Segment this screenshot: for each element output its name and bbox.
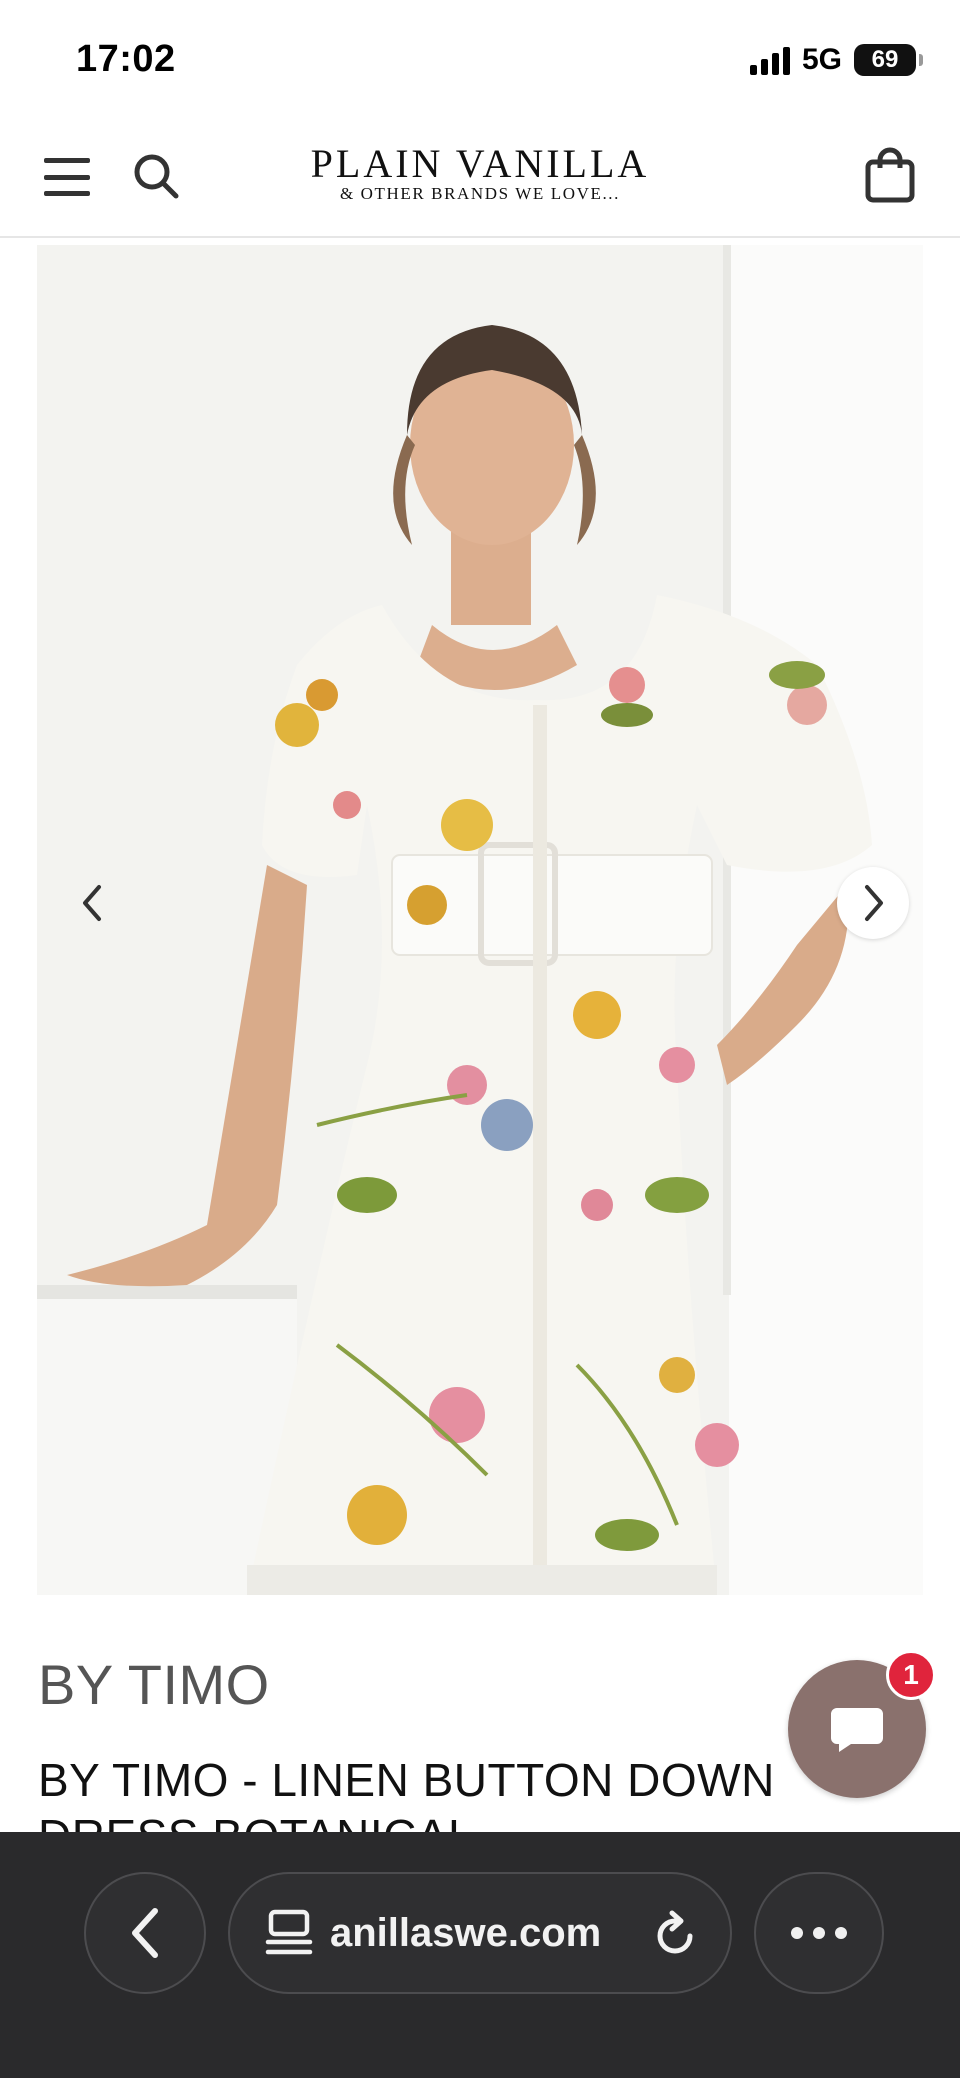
chevron-left-icon [83, 885, 101, 921]
carousel-prev-button[interactable] [57, 867, 129, 939]
network-type: 5G [801, 43, 842, 76]
battery-indicator: 69 [854, 44, 923, 76]
shopping-bag-icon[interactable] [862, 146, 918, 206]
tabs-icon[interactable] [264, 1908, 314, 1958]
browser-back-button[interactable] [84, 1872, 206, 1994]
more-button[interactable] [754, 1872, 884, 1994]
site-logo[interactable]: PLAIN VANILLA & OTHER BRANDS WE LOVE... [276, 142, 684, 204]
logo-title: PLAIN VANILLA [310, 141, 650, 186]
product-brand[interactable]: BY TIMO [38, 1652, 270, 1717]
address-bar[interactable]: anillaswe.com [228, 1872, 732, 1994]
signal-icon [749, 45, 790, 75]
status-time: 17:02 [76, 38, 176, 80]
chat-icon [831, 1708, 883, 1752]
logo-tagline: & OTHER BRANDS WE LOVE... [339, 184, 621, 203]
more-icon [791, 1927, 847, 1939]
product-photo [37, 245, 923, 1595]
url-text: anillaswe.com [330, 1910, 602, 1955]
browser-toolbar: anillaswe.com [0, 1832, 960, 2078]
search-icon[interactable] [128, 148, 184, 204]
status-bar: 17:02 5G 69 [0, 0, 960, 120]
chevron-right-icon [865, 885, 883, 921]
product-image-carousel[interactable] [37, 245, 923, 1595]
chat-unread-badge: 1 [886, 1650, 936, 1700]
reload-icon[interactable] [650, 1910, 700, 1960]
site-header: PLAIN VANILLA & OTHER BRANDS WE LOVE... [0, 120, 960, 238]
menu-icon[interactable] [42, 152, 92, 202]
carousel-next-button[interactable] [837, 867, 909, 939]
back-icon [132, 1908, 158, 1958]
status-indicators: 5G 69 [749, 40, 923, 80]
